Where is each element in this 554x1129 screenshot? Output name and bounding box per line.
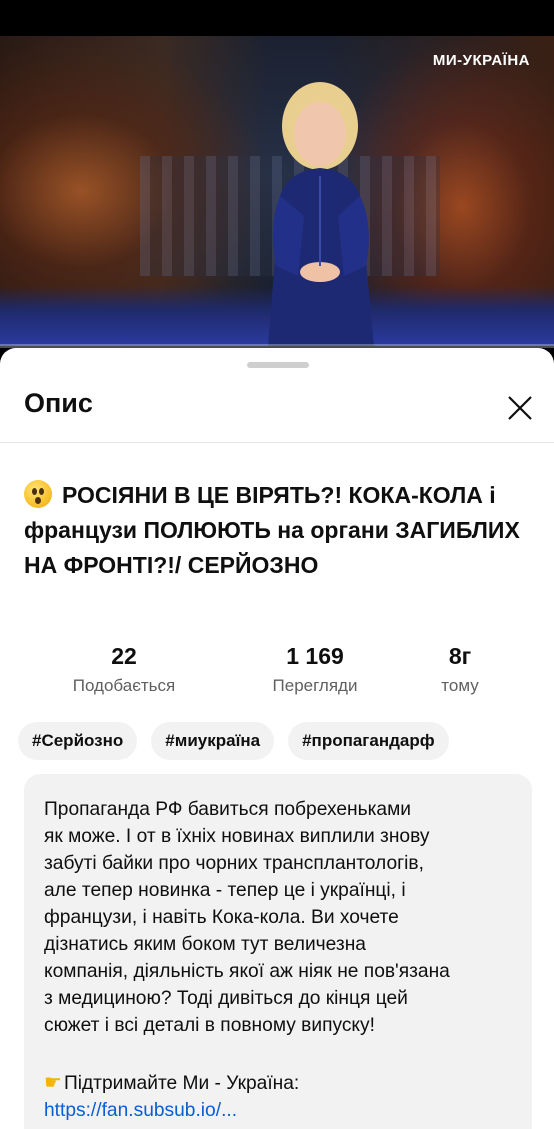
views-stat: 1 169 Перегляди [235,642,395,696]
drag-handle[interactable] [247,362,309,368]
close-button[interactable] [500,388,540,428]
presenter-figure [268,82,374,346]
age-stat: 8г тому [410,642,510,696]
hashtag-chip[interactable]: #пропагандарф [288,722,449,760]
description-sheet: Опис РОСІЯНИ В ЦЕ ВІРЯТЬ?! КОКА-КОЛА і ф… [0,348,554,1129]
views-label: Перегляди [272,676,358,695]
channel-watermark: МИ-УКРАЇНА [432,52,530,69]
hashtag-chip[interactable]: #Серйозно [18,722,138,760]
description-box: Пропаганда РФ бавиться побрехеньками як … [24,774,532,1129]
sheet-header: Опис [0,376,554,443]
video-title-text: РОСІЯНИ В ЦЕ ВІРЯТЬ?! КОКА-КОЛА і францу… [24,482,520,578]
video-player[interactable]: МИ-УКРАЇНА [0,36,554,346]
views-count: 1 169 [286,643,344,669]
astonished-face-icon [24,480,52,508]
likes-stat: 22 Подобається [44,642,204,696]
likes-label: Подобається [72,676,176,695]
description-text: Пропаганда РФ бавиться побрехеньками як … [44,799,450,1036]
close-icon [508,396,532,420]
status-bar [0,0,554,36]
video-stats: 22 Подобається 1 169 Перегляди 8г тому [0,642,554,702]
hashtag-list: #Серйозно #миукраїна #пропагандарф [18,722,463,760]
pointing-hand-icon: ☛ [44,1072,62,1094]
age-value: 8г [448,643,472,669]
support-line: ☛ Підтримайте Ми - Україна: [44,1070,299,1097]
support-link[interactable]: https://fan.subsub.io/... [44,1097,237,1124]
likes-count: 22 [111,643,137,669]
age-label: тому [441,676,479,695]
hashtag-chip[interactable]: #миукраїна [151,722,275,760]
sheet-title: Опис [24,388,93,418]
video-title: РОСІЯНИ В ЦЕ ВІРЯТЬ?! КОКА-КОЛА і францу… [24,478,534,583]
support-text: Підтримайте Ми - Україна: [63,1073,300,1094]
